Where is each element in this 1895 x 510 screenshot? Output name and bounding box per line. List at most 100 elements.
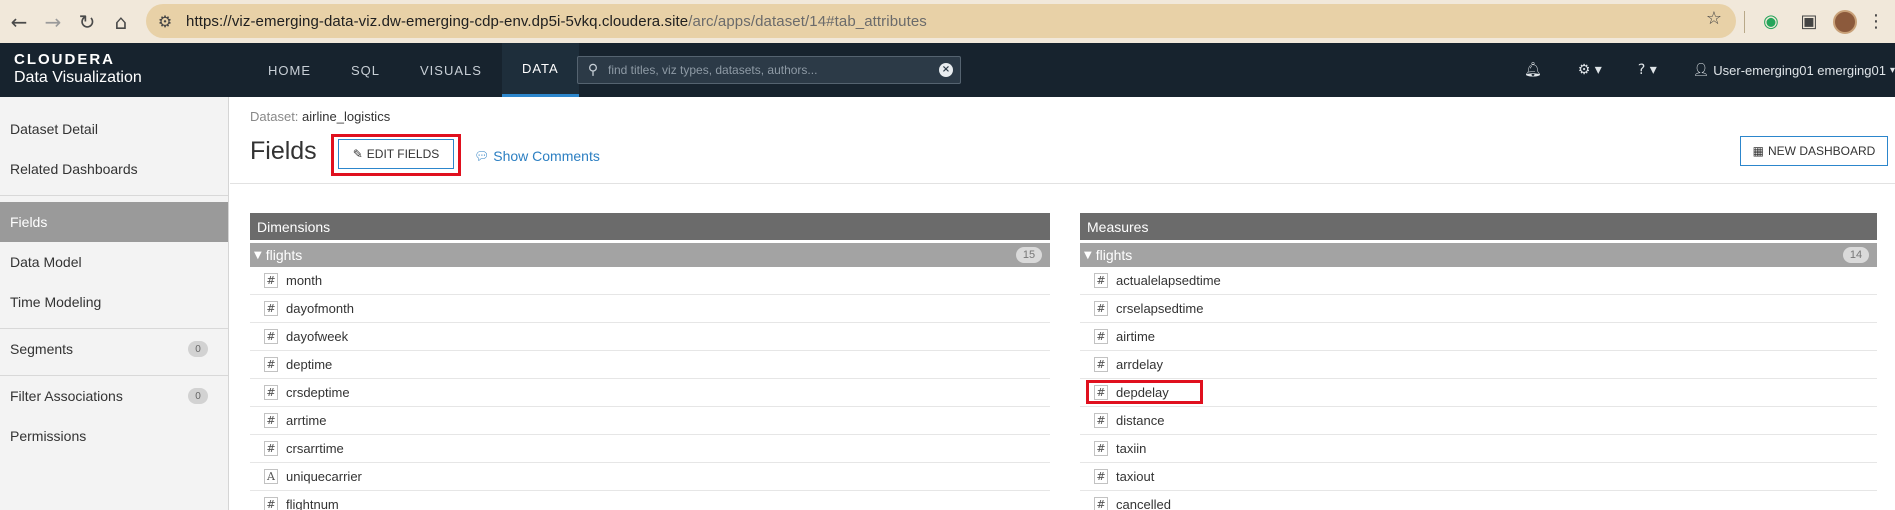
numeric-type-icon: # [1094,469,1108,484]
bell-icon[interactable]: 🔔︎ [1524,62,1542,78]
gear-menu-icon[interactable]: ⚙ ▾ [1578,62,1602,78]
field-row[interactable]: # crsarrtime [250,435,1050,463]
field-name: deptime [286,357,333,372]
bookmark-star-icon[interactable]: ☆ [1706,8,1722,29]
field-name: airtime [1116,329,1156,344]
eye-extension-icon[interactable]: ◉ [1757,8,1785,36]
field-row[interactable]: # dayofmonth [250,295,1050,323]
title-divider [230,183,1895,184]
search-input[interactable] [604,63,939,77]
home-icon[interactable]: ⌂ [106,7,136,37]
profile-avatar[interactable] [1833,9,1857,34]
dataset-name[interactable]: airline_logistics [302,109,390,124]
brand-logo[interactable]: CLOUDERA Data Visualization [14,51,142,87]
page-title: Fields [250,137,317,165]
breadcrumb-label: Dataset: [250,109,299,124]
puzzle-extension-icon[interactable]: ▣ [1795,8,1823,36]
numeric-type-icon: # [264,329,278,344]
dimensions-field-list: # month # dayofmonth # dayofweek # deptime #… [250,267,1050,510]
url-path: /arc/apps/dataset/14#tab_attributes [688,12,927,30]
measures-field-list: # actualelapsedtime # crselapsedtime # airt… [1080,267,1877,510]
show-comments-link[interactable]: 💬︎ Show Comments [474,148,600,164]
sidebar-item-filter-associations[interactable]: Filter Associations 0 [0,376,228,416]
site-settings-icon[interactable]: ⚙ [150,6,180,36]
field-row-depdelay[interactable]: # depdelay [1080,379,1877,407]
dashboard-grid-icon: ▦ [1752,144,1764,158]
field-row[interactable]: # deptime [250,351,1050,379]
brand-name: CLOUDERA [14,51,115,68]
field-count-badge: 15 [1016,247,1042,263]
breadcrumb: Dataset: airline_logistics [250,109,390,124]
user-name: User-emerging01 emerging01 [1713,62,1886,78]
measures-panel: Measures ▼ flights 14 # actualelapsedtime… [1080,213,1877,510]
measures-group-header[interactable]: ▼ flights 14 [1080,243,1877,267]
nav-tab-sql[interactable]: SQL [331,43,400,97]
extensions-area: ◉ ▣ ⋮ [1744,0,1895,43]
dimensions-group-header[interactable]: ▼ flights 15 [250,243,1050,267]
sidebar-item-label: Fields [10,214,48,230]
nav-tab-home[interactable]: HOME [248,43,331,97]
sidebar-item-label: Data Model [10,254,82,270]
field-name: arrdelay [1116,357,1163,372]
user-menu[interactable]: 👤︎ User-emerging01 emerging01 ▾ [1693,63,1895,78]
field-row[interactable]: # arrtime [250,407,1050,435]
field-row[interactable]: # actualelapsedtime [1080,267,1877,295]
numeric-type-icon: # [1094,301,1108,316]
field-row[interactable]: # crsdeptime [250,379,1050,407]
sidebar-item-related-dashboards[interactable]: Related Dashboards [0,149,228,189]
field-name: month [286,273,323,288]
caret-down-icon: ▼ [1084,249,1092,261]
caret-down-icon: ▼ [254,249,262,261]
clear-search-icon[interactable]: × [939,63,953,77]
nav-tab-visuals[interactable]: VISUALS [400,43,502,97]
field-row[interactable]: # arrdelay [1080,351,1877,379]
field-name: arrtime [286,413,327,428]
back-arrow-icon[interactable]: ← [4,7,34,37]
sidebar-item-label: Filter Associations [10,388,123,404]
sidebar-item-fields[interactable]: Fields [0,202,228,242]
field-row[interactable]: # cancelled [1080,491,1877,510]
sidebar-item-label: Related Dashboards [10,161,138,177]
nav-tab-data[interactable]: DATA [501,43,579,97]
dimensions-panel: Dimensions ▼ flights 15 # month # dayofmon… [250,213,1050,510]
field-row[interactable]: # taxiout [1080,463,1877,491]
header-actions: 🔔︎ ⚙ ▾ ? ▾ 👤︎ User-emerging01 emerging01… [1524,43,1895,97]
reload-icon[interactable]: ↻ [72,7,102,37]
sidebar-item-segments[interactable]: Segments 0 [0,329,228,369]
numeric-type-icon: # [1094,357,1108,372]
field-count-badge: 14 [1843,247,1869,263]
sidebar-item-data-model[interactable]: Data Model [0,242,228,282]
sidebar-item-label: Permissions [10,428,87,444]
sidebar-item-label: Time Modeling [10,294,102,310]
field-name: dayofmonth [286,301,354,316]
url-text[interactable]: https://viz-emerging-data-viz.dw-emergin… [186,13,927,30]
field-row[interactable]: # distance [1080,407,1877,435]
toolbar-divider [1744,10,1745,33]
help-menu-icon[interactable]: ? ▾ [1638,62,1657,78]
filter-associations-count-badge: 0 [188,388,208,404]
field-row[interactable]: # dayofweek [250,323,1050,351]
field-row[interactable]: # taxiin [1080,435,1877,463]
field-name: actualelapsedtime [1116,273,1221,288]
measures-header: Measures [1080,213,1877,240]
field-row[interactable]: Auniquecarrier [250,463,1050,491]
browser-menu-icon[interactable]: ⋮ [1867,11,1885,32]
global-search: ⚲ × [577,56,961,84]
forward-arrow-icon[interactable]: → [38,7,68,37]
field-name: dayofweek [286,329,349,344]
numeric-type-icon: # [264,441,278,456]
field-row[interactable]: # flightnum [250,491,1050,510]
field-row[interactable]: # month [250,267,1050,295]
brand-subtitle: Data Visualization [14,69,142,86]
field-row[interactable]: # crselapsedtime [1080,295,1877,323]
new-dashboard-button[interactable]: ▦ NEW DASHBOARD [1740,136,1888,166]
sidebar-item-permissions[interactable]: Permissions [0,416,228,456]
sidebar-item-time-modeling[interactable]: Time Modeling [0,282,228,322]
sidebar-item-label: Dataset Detail [10,121,98,137]
sidebar-item-dataset-detail[interactable]: Dataset Detail [0,109,228,149]
edit-fields-button[interactable]: ✎ EDIT FIELDS [338,139,454,169]
group-name: flights [1095,247,1133,263]
field-row[interactable]: # airtime [1080,323,1877,351]
new-dashboard-label: NEW DASHBOARD [1768,144,1876,158]
address-bar[interactable]: ⚙ https://viz-emerging-data-viz.dw-emerg… [146,4,1736,38]
